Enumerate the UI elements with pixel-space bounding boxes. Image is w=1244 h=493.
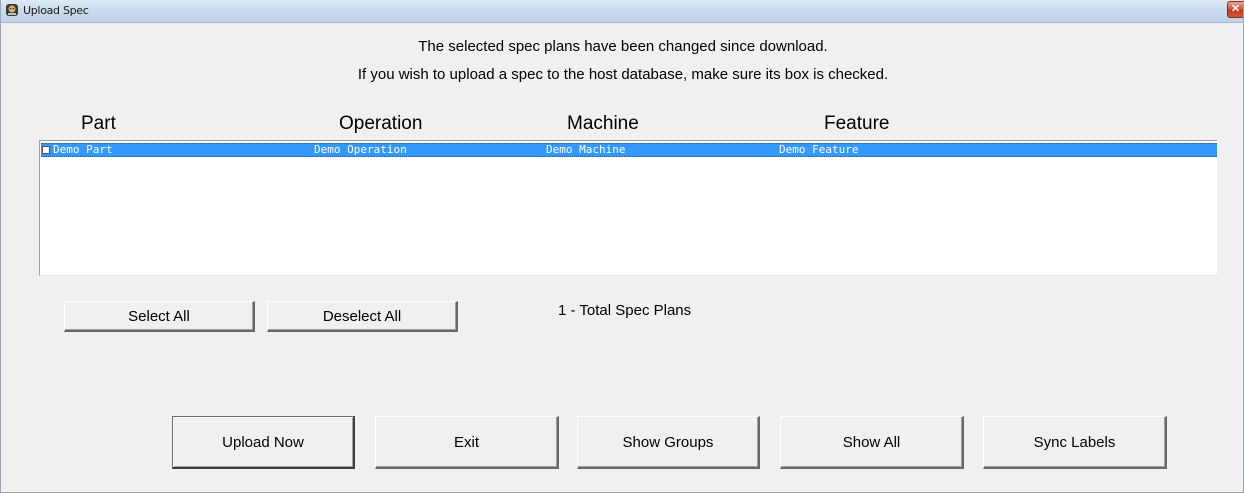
deselect-all-button[interactable]: Deselect All — [267, 301, 458, 332]
cell-machine: Demo Machine — [546, 143, 626, 156]
row-checkbox[interactable] — [42, 146, 50, 154]
select-all-button[interactable]: Select All — [64, 301, 255, 332]
upload-now-button[interactable]: Upload Now — [172, 416, 355, 469]
show-all-button[interactable]: Show All — [780, 416, 964, 469]
cell-operation: Demo Operation — [314, 143, 407, 156]
column-header-operation: Operation — [339, 113, 423, 134]
close-icon[interactable]: ✕ — [1227, 1, 1243, 18]
exit-button[interactable]: Exit — [375, 416, 559, 469]
column-header-machine: Machine — [567, 113, 639, 134]
total-spec-plans-label: 1 - Total Spec Plans — [558, 302, 692, 319]
info-message-line-1: The selected spec plans have been change… — [418, 38, 828, 55]
upload-spec-window: Upload Spec ✕ The selected spec plans ha… — [0, 0, 1244, 493]
list-item[interactable]: Demo Part Demo Operation Demo Machine De… — [41, 143, 1217, 157]
window-title: Upload Spec — [23, 4, 89, 17]
cell-part: Demo Part — [53, 143, 113, 156]
info-message-line-2: If you wish to upload a spec to the host… — [357, 66, 889, 83]
spec-plan-list[interactable]: Demo Part Demo Operation Demo Machine De… — [39, 140, 1217, 276]
sync-labels-button[interactable]: Sync Labels — [983, 416, 1167, 469]
column-header-feature: Feature — [824, 113, 890, 134]
app-icon — [5, 3, 19, 17]
title-bar[interactable]: Upload Spec ✕ — [1, 0, 1243, 23]
cell-feature: Demo Feature — [779, 143, 859, 156]
show-groups-button[interactable]: Show Groups — [577, 416, 760, 469]
column-header-part: Part — [81, 113, 116, 134]
